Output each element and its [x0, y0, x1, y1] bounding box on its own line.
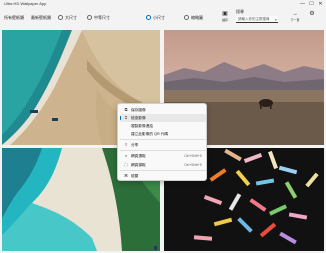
- context-menu: ⧉ 保存圖像 ⌗ 檢查影像 複製影像連結 建立此影像的 QR 代碼 ⇪ 分享 ⌕…: [117, 103, 207, 181]
- arrow-right-icon: →: [292, 11, 298, 17]
- menu-item-inspect[interactable]: ⌘ 檢閱: [120, 172, 206, 180]
- toolbar: 所有壁紙類 最新壁紙類 大尺寸 中等尺寸 小尺寸 縮略圖 ▣ 儲存 搜尋 請輸入…: [0, 9, 326, 27]
- menu-item-inspect-image[interactable]: ⌗ 檢查影像: [120, 114, 206, 122]
- share-icon: ⇪: [124, 142, 128, 147]
- size-radio-medium[interactable]: 中等尺寸: [87, 14, 110, 21]
- menu-item-create-qr[interactable]: 建立此影像的 QR 代碼: [120, 130, 206, 138]
- menu-divider: [120, 139, 206, 140]
- radio-dot-icon: [184, 14, 189, 20]
- title-bar: Ultra HD Wallpaper App — ☐ ✕: [0, 0, 326, 9]
- settings-button[interactable]: ⚙: [305, 11, 319, 25]
- latest-wallpapers-button[interactable]: 最新壁紙類: [31, 14, 51, 21]
- close-button[interactable]: ✕: [316, 0, 325, 9]
- all-wallpapers-button[interactable]: 所有壁紙類: [4, 14, 24, 21]
- gear-icon: ⚙: [309, 11, 315, 17]
- size-radio-thumbnail[interactable]: 縮略圖: [184, 14, 203, 21]
- save-icon: ▣: [222, 11, 228, 17]
- size-radio-large[interactable]: 大尺寸: [58, 14, 77, 21]
- menu-item-web-capture[interactable]: ⛶ 網頁擷取 Ctrl+Shift+S: [120, 161, 206, 169]
- menu-divider: [120, 150, 206, 151]
- search-input[interactable]: 請輸入你的主題搜尋 ⌕: [236, 16, 278, 23]
- inspect-icon: ⌘: [124, 173, 128, 178]
- search-icon[interactable]: ⌕: [275, 16, 277, 23]
- radio-dot-icon: [146, 14, 151, 20]
- copy-icon: ⧉: [124, 107, 128, 112]
- camera-icon: ⛶: [124, 162, 128, 167]
- crop-icon: ⌗: [124, 115, 128, 120]
- search-icon: ⌕: [124, 153, 128, 158]
- radio-dot-icon: [58, 14, 63, 20]
- radio-dot-icon: [87, 14, 92, 20]
- menu-item-copy-image-link[interactable]: 複製影像連結: [120, 122, 206, 130]
- next-page-button[interactable]: → 下一頁: [285, 11, 305, 25]
- save-button[interactable]: ▣ 儲存: [215, 11, 235, 25]
- menu-item-save-image[interactable]: ⧉ 保存圖像: [120, 106, 206, 114]
- size-radio-small[interactable]: 小尺寸: [146, 14, 165, 21]
- search-label: 搜尋: [236, 9, 244, 14]
- menu-divider: [120, 170, 206, 171]
- menu-item-share[interactable]: ⇪ 分享: [120, 141, 206, 149]
- menu-item-web-select[interactable]: ⌕ 網頁選取 Ctrl+Shift+S: [120, 152, 206, 160]
- maximize-button[interactable]: ☐: [307, 0, 316, 9]
- window-title: Ultra HD Wallpaper App: [4, 1, 47, 6]
- minimize-button[interactable]: —: [298, 0, 307, 9]
